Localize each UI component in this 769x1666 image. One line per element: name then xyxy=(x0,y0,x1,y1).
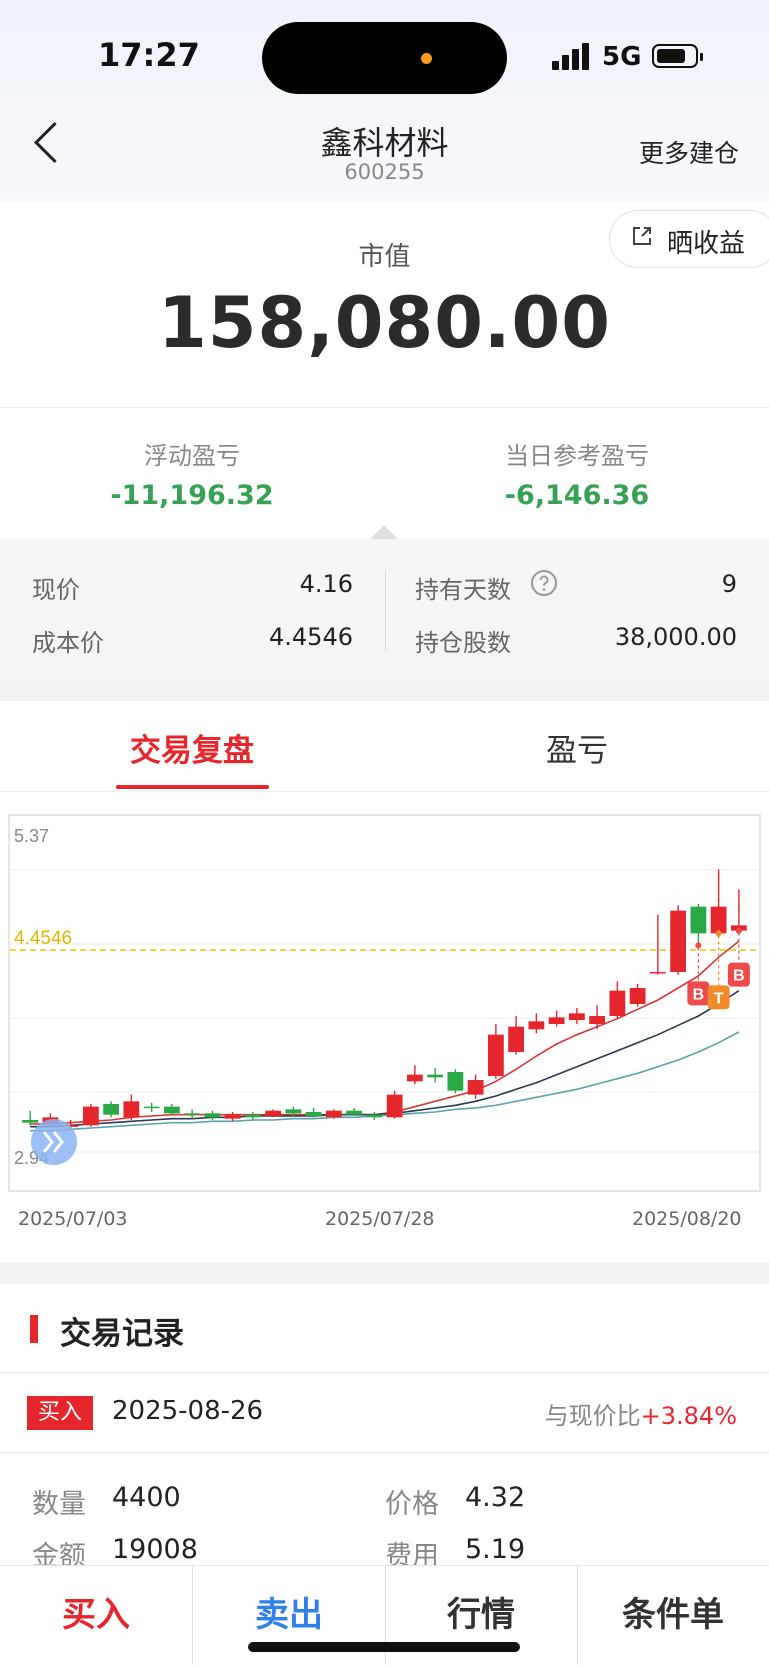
divider xyxy=(0,1372,769,1373)
candle-body xyxy=(629,988,646,1004)
cellular-signal-icon xyxy=(552,42,592,70)
floating-pnl-label: 浮动盈亏 xyxy=(144,442,240,470)
candle-body xyxy=(265,1110,282,1116)
candle-body xyxy=(305,1112,322,1116)
candle-body xyxy=(325,1110,342,1118)
divider xyxy=(0,1452,769,1453)
trade-marker-dot xyxy=(735,927,742,934)
privacy-indicator-icon xyxy=(421,53,432,64)
candle-body xyxy=(690,906,707,934)
compare-label: 与现价比 xyxy=(544,1402,641,1430)
trade-date: 2025-08-26 xyxy=(112,1396,264,1426)
section-marker xyxy=(30,1315,38,1343)
kline-chart-svg: 5.374.45462.94B TB xyxy=(10,826,759,1168)
trade-type-badge: 买入 xyxy=(27,1396,93,1430)
candle-body xyxy=(103,1104,120,1115)
candle-body xyxy=(568,1013,585,1020)
candle-body xyxy=(22,1120,39,1123)
x-tick-label: 2025/07/28 xyxy=(325,1208,435,1230)
candle-body xyxy=(467,1080,484,1095)
candle-body xyxy=(406,1074,423,1082)
tab-pnl[interactable]: 盈亏 xyxy=(385,725,769,770)
trade-marker-dot xyxy=(715,930,722,937)
trade-marker-label: B xyxy=(733,968,745,985)
expand-button-bg xyxy=(31,1119,77,1165)
quantity-value: 4400 xyxy=(112,1482,181,1513)
battery-icon xyxy=(652,44,703,68)
market-value: 158,080.00 xyxy=(158,282,611,364)
price-value: 4.32 xyxy=(465,1482,526,1513)
candle-body xyxy=(447,1072,464,1091)
cost-price-value: 4.4546 xyxy=(269,623,353,651)
daily-pnl-label: 当日参考盈亏 xyxy=(505,442,649,470)
candle-body xyxy=(528,1021,545,1030)
tab-trade-review[interactable]: 交易复盘 xyxy=(0,725,384,770)
pointer-triangle xyxy=(370,525,398,539)
more-build-position-button[interactable]: 更多建仓 xyxy=(639,134,739,170)
candle-body xyxy=(82,1106,99,1126)
holding-days-label: 持有天数 xyxy=(415,576,511,604)
candle-body xyxy=(649,972,666,974)
dynamic-island xyxy=(262,22,507,94)
candle-body xyxy=(346,1110,363,1115)
kline-chart[interactable]: 5.37 4.4546 2.94 B T B xyxy=(8,814,761,1192)
status-time: 17:27 xyxy=(98,36,200,74)
divider xyxy=(0,407,769,408)
current-price-value: 4.16 xyxy=(299,570,353,598)
candle-body xyxy=(508,1026,525,1052)
candle-body xyxy=(224,1114,241,1119)
cost-line-label: 4.4546 xyxy=(14,928,72,949)
shares-value: 38,000.00 xyxy=(614,623,737,651)
compare-to-current: 与现价比+3.84% xyxy=(545,1396,737,1431)
y-max-label: 5.37 xyxy=(14,826,49,846)
candle-body xyxy=(244,1114,261,1118)
active-tab-indicator xyxy=(116,785,269,789)
candle-body xyxy=(710,906,727,934)
floating-pnl-value: -11,196.32 xyxy=(110,480,274,511)
compare-value: +3.84% xyxy=(640,1402,737,1430)
candle-body xyxy=(143,1106,160,1109)
candle-body xyxy=(589,1016,606,1024)
section-gap xyxy=(0,679,769,701)
candle-body xyxy=(163,1106,180,1114)
trade-marker-dot xyxy=(695,942,702,949)
candle-body xyxy=(366,1114,383,1118)
x-tick-label: 2025/08/20 xyxy=(632,1208,742,1230)
network-type: 5G xyxy=(602,42,642,72)
candle-body xyxy=(204,1113,221,1118)
amount-value: 19008 xyxy=(112,1534,198,1565)
trade-marker-label: T xyxy=(714,990,724,1007)
trade-records-title: 交易记录 xyxy=(60,1316,184,1352)
current-price-label: 现价 xyxy=(32,576,80,604)
quantity-label: 数量 xyxy=(32,1489,86,1520)
candle-body xyxy=(386,1094,403,1118)
candle-body xyxy=(670,910,687,972)
shares-label: 持仓股数 xyxy=(415,629,511,657)
price-label: 价格 xyxy=(385,1489,439,1520)
candle-body xyxy=(548,1017,565,1024)
conditional-order-button[interactable]: 条件单 xyxy=(577,1565,769,1665)
help-icon[interactable] xyxy=(530,569,558,597)
x-tick-label: 2025/07/03 xyxy=(18,1208,128,1230)
candle-body xyxy=(123,1101,140,1118)
candle-body xyxy=(487,1034,504,1076)
candle-body xyxy=(184,1113,201,1115)
daily-pnl-value: -6,146.36 xyxy=(504,480,650,511)
section-gap xyxy=(0,1262,769,1284)
holding-days-value: 9 xyxy=(721,570,737,598)
trade-marker-label: B xyxy=(693,986,705,1003)
cost-price-label: 成本价 xyxy=(32,629,104,657)
market-value-label: 市值 xyxy=(358,242,411,272)
candle-body xyxy=(427,1074,444,1078)
home-indicator xyxy=(248,1642,520,1652)
fee-value: 5.19 xyxy=(465,1534,526,1565)
info-divider xyxy=(385,570,386,652)
candle-body xyxy=(285,1109,302,1114)
moving-average-line xyxy=(30,940,740,1125)
candle-body xyxy=(609,990,626,1016)
buy-button[interactable]: 买入 xyxy=(0,1565,192,1665)
